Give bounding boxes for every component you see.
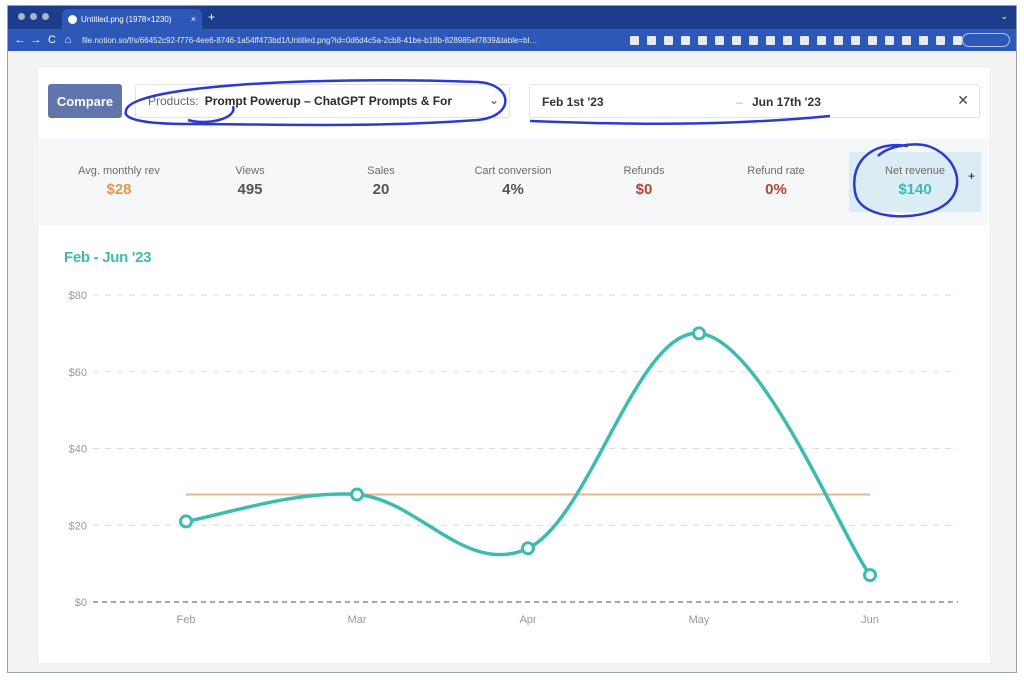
date-from[interactable]: Feb 1st '23	[542, 95, 604, 109]
extension-icon[interactable]	[800, 35, 809, 45]
forward-icon[interactable]: →	[28, 34, 44, 46]
y-tick-label: $40	[69, 444, 87, 456]
new-tab-button[interactable]: +	[208, 10, 215, 24]
stat-label: Net revenue	[885, 165, 945, 177]
products-label: Products:	[148, 94, 199, 108]
extension-icon[interactable]	[749, 35, 758, 45]
tab-menu-icon[interactable]: ⌄	[1000, 11, 1008, 22]
stat-label: Refunds	[623, 165, 665, 177]
stat-value: $0	[635, 181, 653, 198]
x-tick-label: Feb	[177, 614, 196, 626]
stat-label: Sales	[367, 165, 395, 177]
home-icon[interactable]: ⌂	[60, 34, 76, 46]
browser-toolbar: ← → C ⌂ file.notion.so/f/s/66452c92-f776…	[8, 29, 1016, 51]
stat-views[interactable]: Views 495	[188, 139, 312, 225]
stat-value: 4%	[502, 181, 524, 198]
stat-refund-rate[interactable]: Refund rate 0%	[714, 139, 838, 225]
stat-value: 0%	[765, 181, 787, 198]
close-tab-icon[interactable]: ×	[191, 14, 196, 24]
extension-icon[interactable]	[681, 35, 690, 45]
y-tick-label: $80	[69, 290, 87, 302]
data-point	[692, 326, 706, 341]
chart-title: Feb - Jun '23	[64, 249, 152, 266]
profile-button[interactable]	[962, 33, 1010, 47]
x-tick-label: Jun	[861, 614, 879, 626]
data-point	[521, 541, 535, 556]
stats-bar: Avg. monthly rev $28 Views 495 Sales 20 …	[38, 139, 990, 225]
tab-title: Untitled.png (1978×1230)	[81, 14, 172, 24]
minimize-window-dot[interactable]	[30, 13, 37, 20]
clear-icon[interactable]: ✕	[957, 92, 969, 109]
extension-icon[interactable]	[817, 35, 826, 45]
stat-value: 495	[237, 181, 263, 198]
stat-label: Avg. monthly rev	[78, 165, 160, 177]
x-tick-label: Mar	[348, 614, 367, 626]
stat-cart-conversion[interactable]: Cart conversion 4%	[451, 139, 575, 225]
extension-icon[interactable]	[732, 35, 741, 45]
extension-icon[interactable]	[902, 35, 911, 45]
address-bar[interactable]: file.notion.so/f/s/66452c92-f776-4ee6-87…	[82, 36, 622, 45]
data-point	[350, 487, 364, 502]
stat-label: Refund rate	[747, 165, 805, 177]
extension-icon[interactable]	[851, 35, 860, 45]
extension-icon[interactable]	[834, 35, 843, 45]
extension-icon[interactable]	[664, 35, 673, 45]
extension-icon[interactable]	[885, 35, 894, 45]
stat-net-revenue[interactable]: Net revenue $140	[849, 152, 981, 212]
stat-refunds[interactable]: Refunds $0	[582, 139, 706, 225]
reload-icon[interactable]: C	[44, 34, 60, 46]
extension-icon[interactable]	[715, 35, 724, 45]
extension-icon[interactable]	[766, 35, 775, 45]
dashboard-panel: Compare Products: Prompt Powerup – ChatG…	[37, 66, 991, 664]
stat-sales[interactable]: Sales 20	[319, 139, 443, 225]
extension-icon[interactable]	[868, 35, 877, 45]
stat-avg-monthly-rev[interactable]: Avg. monthly rev $28	[57, 139, 181, 225]
extension-icon[interactable]	[647, 35, 656, 45]
series-line	[185, 331, 872, 577]
extension-icon[interactable]	[936, 35, 945, 45]
stat-value: $140	[898, 181, 932, 198]
stat-label: Cart conversion	[474, 165, 552, 177]
y-tick-label: $20	[69, 520, 87, 532]
x-tick-label: Apr	[519, 614, 536, 626]
close-window-dot[interactable]	[18, 13, 25, 20]
back-icon[interactable]: ←	[12, 34, 28, 46]
stat-label: Views	[235, 165, 265, 177]
products-select[interactable]: Products: Prompt Powerup – ChatGPT Promp…	[135, 84, 510, 118]
x-tick-label: May	[689, 614, 710, 626]
stat-value: $28	[106, 181, 132, 198]
extension-icon[interactable]	[919, 35, 928, 45]
browser-window: Untitled.png (1978×1230) × + ⌄ ← → C ⌂ f…	[7, 5, 1017, 673]
products-value: Prompt Powerup – ChatGPT Prompts & For	[204, 94, 453, 108]
revenue-line-chart: $0 $20 $40 $60 $80 Feb Mar Apr May Jun	[69, 290, 958, 626]
globe-icon	[68, 14, 77, 24]
add-stat-icon[interactable]: +	[968, 169, 975, 183]
data-point	[179, 514, 193, 529]
maximize-window-dot[interactable]	[42, 13, 49, 20]
extension-icon[interactable]	[698, 35, 707, 45]
data-point	[863, 568, 877, 583]
compare-button[interactable]: Compare	[48, 84, 122, 118]
y-tick-label: $0	[75, 597, 87, 609]
date-to[interactable]: Jun 17th '23	[752, 95, 821, 109]
extension-icon[interactable]	[630, 35, 639, 45]
date-separator: –	[736, 95, 743, 109]
chevron-down-icon[interactable]: ⌄	[489, 93, 499, 107]
tab-bar: Untitled.png (1978×1230) × + ⌄	[8, 6, 1016, 29]
y-tick-label: $60	[69, 367, 87, 379]
stat-value: 20	[372, 181, 390, 198]
date-range-picker[interactable]: Feb 1st '23 – Jun 17th '23 ✕	[529, 84, 980, 118]
browser-tab[interactable]: Untitled.png (1978×1230) ×	[62, 9, 202, 29]
extension-icon[interactable]	[783, 35, 792, 45]
extension-icon[interactable]	[953, 35, 962, 45]
